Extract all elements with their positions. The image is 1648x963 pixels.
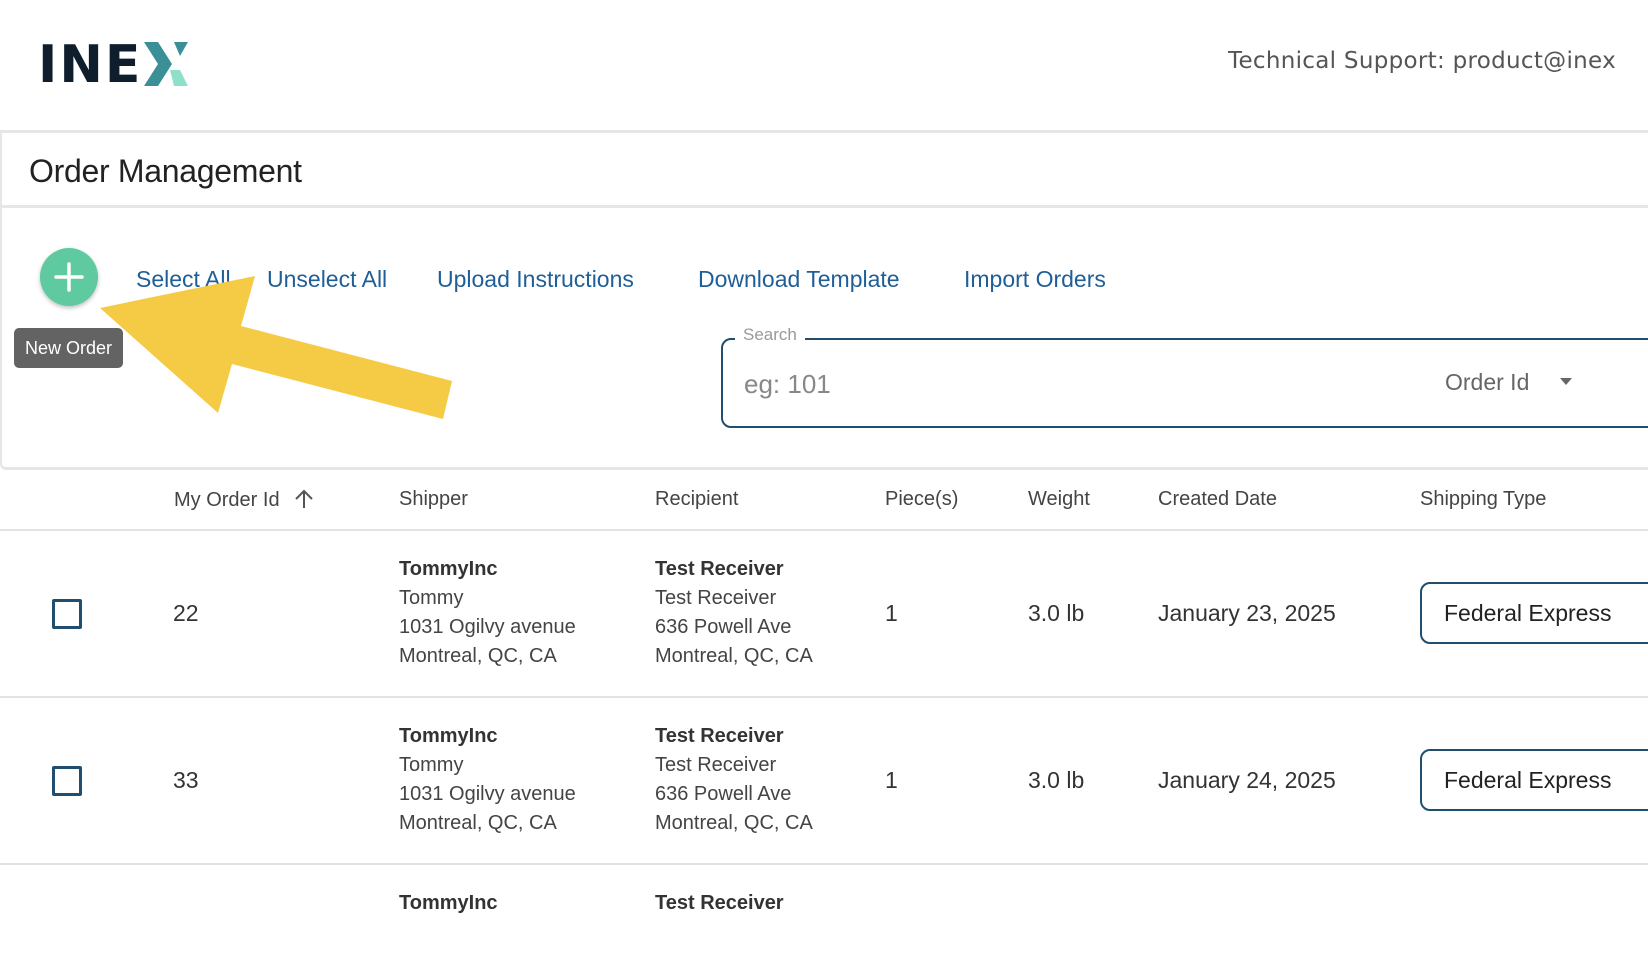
pieces-value: 1: [885, 600, 898, 626]
order-id: 22: [173, 600, 199, 626]
recipient-address: Test Receiver: [655, 889, 784, 918]
logo-x-mark: [144, 42, 189, 86]
import-orders-link[interactable]: Import Orders: [964, 266, 1106, 293]
shipper-address: TommyInc: [399, 889, 498, 918]
logo-text: INE: [38, 35, 143, 95]
arrow-up-icon: [295, 489, 313, 508]
shipper-name: Tommy: [399, 754, 464, 776]
upload-instructions-link[interactable]: Upload Instructions: [437, 266, 634, 293]
shipping-type-select[interactable]: Federal Express: [1420, 582, 1648, 644]
shipper-company: TommyInc: [399, 725, 498, 747]
shipper-street: 1031 Ogilvy avenue: [399, 783, 576, 805]
shipper-city: Montreal, QC, CA: [399, 812, 557, 834]
recipient-company: Test Receiver: [655, 558, 784, 580]
plus-icon: [54, 262, 84, 292]
row-checkbox[interactable]: [52, 766, 82, 796]
page-title: Order Management: [29, 153, 302, 189]
pieces-value: 1: [885, 767, 898, 793]
recipient-name: Test Receiver: [655, 587, 777, 609]
shipper-name: Tommy: [399, 587, 464, 609]
column-header-weight[interactable]: Weight: [1028, 488, 1090, 511]
recipient-address: Test Receiver Test Receiver 636 Powell A…: [655, 555, 813, 671]
row-divider: [0, 863, 1648, 865]
search-field-select[interactable]: Order Id: [1445, 369, 1529, 396]
recipient-city: Montreal, QC, CA: [655, 645, 813, 667]
new-order-tooltip: New Order: [14, 328, 123, 368]
shipping-type-value: Federal Express: [1444, 767, 1612, 793]
created-date-value: January 24, 2025: [1158, 767, 1336, 793]
column-header-shipping-type[interactable]: Shipping Type: [1420, 488, 1546, 511]
row-divider: [0, 696, 1648, 698]
chevron-down-icon: [1560, 378, 1572, 385]
shipper-company: TommyInc: [399, 892, 498, 914]
recipient-street: 636 Powell Ave: [655, 783, 792, 805]
new-order-button[interactable]: [40, 248, 98, 306]
recipient-name: Test Receiver: [655, 754, 777, 776]
recipient-city: Montreal, QC, CA: [655, 812, 813, 834]
page-title-card: Order Management: [0, 130, 1648, 208]
recipient-address: Test Receiver Test Receiver 636 Powell A…: [655, 722, 813, 838]
search-label: Search: [735, 325, 805, 345]
row-checkbox[interactable]: [52, 599, 82, 629]
shipper-street: 1031 Ogilvy avenue: [399, 616, 576, 638]
recipient-company: Test Receiver: [655, 892, 784, 914]
column-header-pieces[interactable]: Piece(s): [885, 488, 958, 511]
column-header-shipper[interactable]: Shipper: [399, 488, 468, 511]
recipient-company: Test Receiver: [655, 725, 784, 747]
inex-logo: INE: [38, 35, 189, 95]
download-template-link[interactable]: Download Template: [698, 266, 900, 293]
weight-value: 3.0 lb: [1028, 600, 1085, 626]
shipper-address: TommyInc Tommy 1031 Ogilvy avenue Montre…: [399, 722, 576, 838]
shipping-type-value: Federal Express: [1444, 600, 1612, 626]
shipper-address: TommyInc Tommy 1031 Ogilvy avenue Montre…: [399, 555, 576, 671]
unselect-all-link[interactable]: Unselect All: [267, 266, 387, 293]
shipper-city: Montreal, QC, CA: [399, 645, 557, 667]
weight-value: 3.0 lb: [1028, 767, 1085, 793]
column-header-created-date[interactable]: Created Date: [1158, 488, 1277, 511]
select-all-link[interactable]: Select All: [136, 266, 231, 293]
created-date-value: January 23, 2025: [1158, 600, 1336, 626]
search-input[interactable]: [744, 366, 1384, 402]
column-header-recipient[interactable]: Recipient: [655, 488, 738, 511]
table-header-divider: [0, 529, 1648, 531]
recipient-street: 636 Powell Ave: [655, 616, 792, 638]
column-header-label: My Order Id: [174, 489, 280, 511]
shipping-type-select[interactable]: Federal Express: [1420, 749, 1648, 811]
column-header-my-order-id[interactable]: My Order Id: [174, 488, 315, 512]
order-id: 33: [173, 767, 199, 793]
technical-support-text: Technical Support: product@inex: [1228, 48, 1616, 74]
shipper-company: TommyInc: [399, 558, 498, 580]
